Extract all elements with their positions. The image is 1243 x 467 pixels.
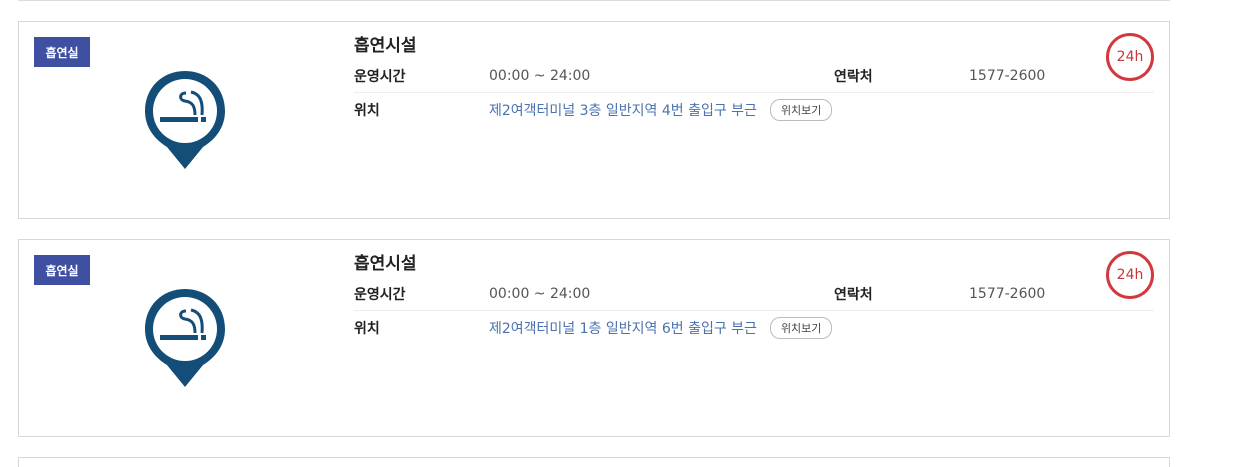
smoking-pin-icon: [145, 71, 225, 169]
open-24h-badge: 24h: [1106, 33, 1154, 81]
location-row: 위치 제2여객터미널 1층 일반지역 6번 출입구 부근 위치보기: [354, 311, 1154, 344]
hours-row: 운영시간 00:00 ~ 24:00 연락처 1577-2600: [354, 60, 1154, 93]
location-label: 위치: [354, 102, 380, 119]
contact-value: 1577-2600: [969, 68, 1046, 84]
list-top-divider: [18, 0, 1170, 1]
location-row: 위치 제2여객터미널 3층 일반지역 4번 출입구 부근 위치보기: [354, 93, 1154, 126]
hours-label: 운영시간: [354, 69, 406, 85]
facility-card: 흡연실 흡연시설 운영시간 00:00 ~ 24:00 연락처 1577-260…: [18, 21, 1170, 219]
category-badge: 흡연실: [34, 255, 90, 285]
contact-value: 1577-2600: [969, 286, 1046, 302]
location-value: 제2여객터미널 3층 일반지역 4번 출입구 부근: [489, 102, 757, 119]
hours-label: 운영시간: [354, 287, 406, 303]
facility-title: 흡연시설: [354, 254, 417, 274]
location-value: 제2여객터미널 1층 일반지역 6번 출입구 부근: [489, 320, 757, 337]
facility-info: 흡연시설 운영시간 00:00 ~ 24:00 연락처 1577-2600 위치…: [354, 32, 1154, 126]
view-location-button[interactable]: 위치보기: [769, 316, 833, 339]
hours-value: 00:00 ~ 24:00: [489, 286, 591, 302]
facility-card: 흡연실 흡연시설 운영시간 00:00 ~ 24:00 연락처 1577-260…: [18, 239, 1170, 437]
facility-card-partial: [18, 457, 1170, 467]
view-location-button[interactable]: 위치보기: [769, 98, 833, 121]
location-label: 위치: [354, 320, 380, 337]
contact-label: 연락처: [834, 287, 873, 303]
smoking-pin-icon: [145, 289, 225, 387]
hours-value: 00:00 ~ 24:00: [489, 68, 591, 84]
open-24h-badge: 24h: [1106, 251, 1154, 299]
facility-title: 흡연시설: [354, 36, 417, 56]
contact-label: 연락처: [834, 69, 873, 85]
hours-row: 운영시간 00:00 ~ 24:00 연락처 1577-2600: [354, 278, 1154, 311]
category-badge: 흡연실: [34, 37, 90, 67]
facility-info: 흡연시설 운영시간 00:00 ~ 24:00 연락처 1577-2600 위치…: [354, 250, 1154, 344]
